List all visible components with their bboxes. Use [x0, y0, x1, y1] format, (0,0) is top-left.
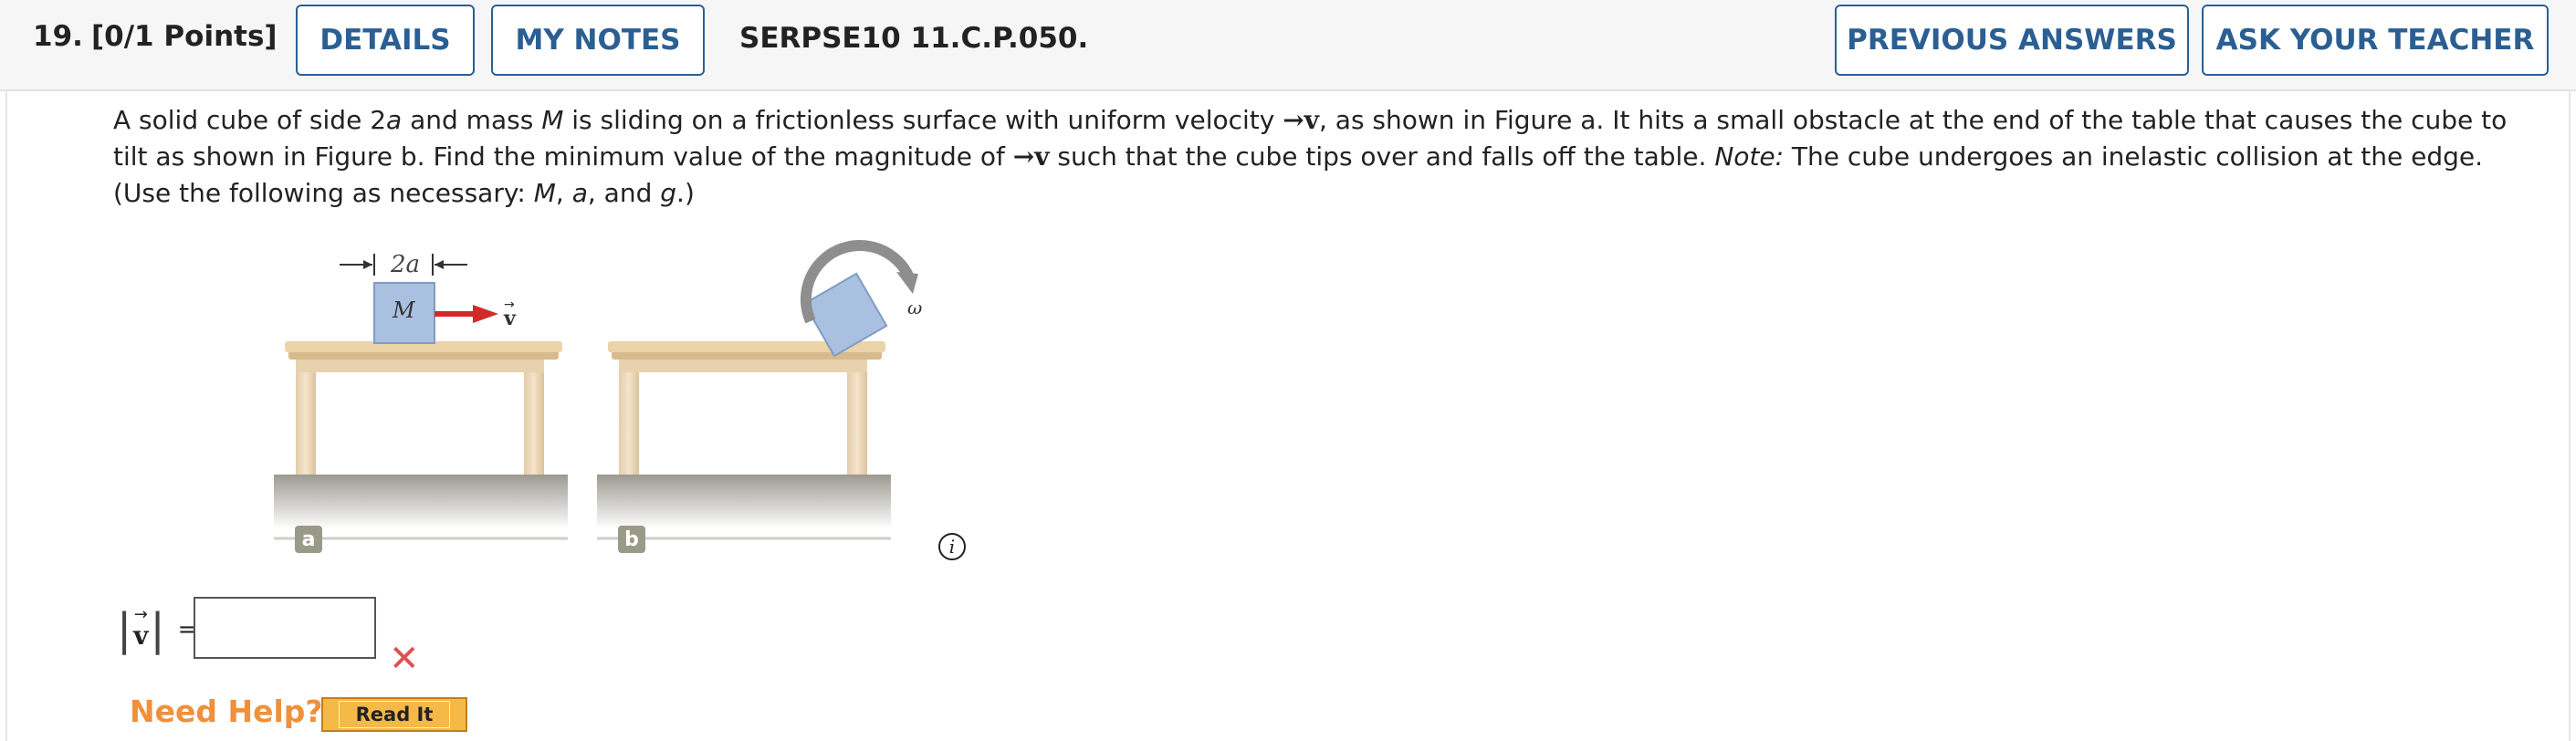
ask-your-teacher-button[interactable]: ASK YOUR TEACHER	[2202, 5, 2549, 76]
svg-text:M: M	[392, 297, 416, 323]
svg-text:ω: ω	[907, 297, 922, 318]
cube-on-table-figure: 2a M v → ω	[274, 239, 922, 540]
answer-label: | → v | =	[117, 604, 198, 655]
my-notes-button[interactable]: MY NOTES	[491, 5, 705, 76]
dimension-marker: 2a	[340, 251, 467, 278]
velocity-arrow	[473, 305, 498, 323]
svg-text:2a: 2a	[390, 251, 420, 278]
table-leg-a1	[296, 372, 316, 475]
previous-answers-button[interactable]: PREVIOUS ANSWERS	[1835, 5, 2189, 76]
floor-a	[274, 475, 568, 529]
info-icon[interactable]: i	[938, 533, 966, 560]
details-button[interactable]: DETAILS	[296, 5, 475, 76]
points-score: [0/1 Points]	[91, 20, 277, 53]
incorrect-x-icon: ✕	[389, 638, 420, 680]
velocity-vector-symbol: →	[1012, 141, 1035, 172]
table-leg-a2	[524, 372, 544, 475]
need-help-label: Need Help?	[130, 694, 323, 729]
figure-panel-a: 2a M v →	[274, 251, 568, 540]
table-leg-b2	[847, 372, 867, 475]
floor-b	[597, 475, 891, 529]
svg-text:→: →	[504, 297, 515, 312]
question-number: 19.	[33, 20, 83, 53]
velocity-answer-input[interactable]	[194, 597, 376, 659]
figure-label-b: b	[618, 526, 645, 553]
question-text: A solid cube of side 2a and mass M is sl…	[113, 105, 2508, 208]
read-it-button[interactable]: Read It	[321, 697, 467, 732]
figure-panel-b: ω	[597, 239, 922, 540]
table-leg-b1	[619, 372, 639, 475]
figure-label-a: a	[295, 526, 322, 553]
note-label: Note:	[1714, 141, 1785, 172]
problem-code: SERPSE10 11.C.P.050.	[739, 22, 1089, 55]
question-header: 19. [0/1 Points] DETAILS MY NOTES SERPSE…	[0, 0, 2576, 91]
velocity-vector-symbol: →	[1283, 105, 1304, 135]
